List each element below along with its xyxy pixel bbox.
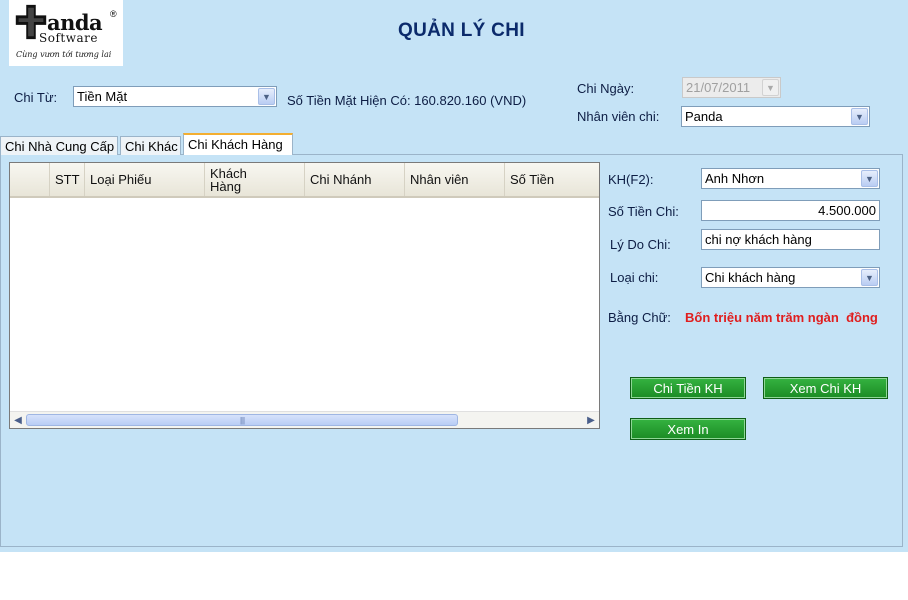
- nhan-vien-value: Panda: [685, 109, 723, 124]
- grid-header: STT Loại Phiếu Khách Hàng Chi Nhánh Nhân…: [10, 163, 599, 198]
- chi-tien-kh-button[interactable]: Chi Tiền KH: [630, 377, 746, 399]
- cash-balance-text: Số Tiền Mặt Hiện Có: 160.820.160 (VND): [287, 93, 527, 108]
- khach-hang-value: Anh Nhơn: [705, 171, 765, 186]
- tab-chi-nha-cung-cap[interactable]: Chi Nhà Cung Cấp: [0, 136, 118, 155]
- panda-logo: anda ® Software Cùng vươn tới tương lai: [9, 0, 123, 66]
- column-header-stt[interactable]: STT: [50, 163, 85, 196]
- column-header-nhan-vien[interactable]: Nhân viên: [405, 163, 505, 196]
- chi-ngay-label: Chi Ngày:: [577, 81, 635, 96]
- chi-tu-value: Tiền Mặt: [77, 89, 128, 104]
- logo-tagline: Cùng vươn tới tương lai: [16, 50, 112, 59]
- column-header-loai-phieu[interactable]: Loại Phiếu: [85, 163, 205, 196]
- arrow-right-icon[interactable]: ▶: [584, 413, 598, 427]
- chevron-down-icon[interactable]: ▼: [762, 79, 779, 96]
- column-header-khach-hang-label: Khách Hàng: [210, 165, 247, 194]
- chevron-down-icon[interactable]: ▼: [861, 170, 878, 187]
- so-tien-chi-input[interactable]: 4.500.000: [701, 200, 880, 221]
- horizontal-scrollbar[interactable]: ◀ |||| ▶: [10, 411, 599, 428]
- chi-ngay-value: 21/07/2011: [686, 80, 751, 95]
- logo-registered: ®: [110, 9, 117, 19]
- bang-chu-label: Bằng Chữ:: [608, 310, 671, 325]
- amount-in-words: Bốn triệu năm trăm ngàn đồng: [685, 310, 878, 325]
- nhan-vien-select[interactable]: Panda ▼: [681, 106, 870, 127]
- column-header-chi-nhanh[interactable]: Chi Nhánh: [305, 163, 405, 196]
- nhan-vien-label: Nhân viên chi:: [577, 109, 660, 124]
- loai-chi-select[interactable]: Chi khách hàng ▼: [701, 267, 880, 288]
- xem-chi-kh-button[interactable]: Xem Chi KH: [763, 377, 888, 399]
- tab-chi-khac[interactable]: Chi Khác: [120, 136, 181, 155]
- chi-ngay-date-picker[interactable]: 21/07/2011 ▼: [682, 77, 781, 98]
- tab-chi-khach-hang[interactable]: Chi Khách Hàng: [183, 133, 293, 155]
- ly-do-chi-input[interactable]: chi nợ khách hàng: [701, 229, 880, 250]
- scroll-thumb[interactable]: ||||: [26, 414, 458, 426]
- logo-software: Software: [39, 31, 98, 45]
- xem-in-button[interactable]: Xem In: [630, 418, 746, 440]
- chevron-down-icon[interactable]: ▼: [861, 269, 878, 286]
- chi-tu-select[interactable]: Tiền Mặt ▼: [73, 86, 277, 107]
- data-grid[interactable]: STT Loại Phiếu Khách Hàng Chi Nhánh Nhân…: [9, 162, 600, 429]
- loai-chi-label: Loại chi:: [610, 270, 659, 285]
- loai-chi-value: Chi khách hàng: [705, 270, 796, 285]
- khach-hang-label: KH(F2):: [608, 172, 654, 187]
- page-title: QUẢN LÝ CHI: [398, 20, 525, 41]
- column-header-khach-hang[interactable]: Khách Hàng: [205, 163, 305, 196]
- column-header-so-tien[interactable]: Số Tiền: [505, 163, 599, 196]
- arrow-left-icon[interactable]: ◀: [11, 413, 25, 427]
- khach-hang-select[interactable]: Anh Nhơn ▼: [701, 168, 880, 189]
- chevron-down-icon[interactable]: ▼: [851, 108, 868, 125]
- so-tien-chi-label: Số Tiền Chi:: [608, 204, 679, 219]
- chevron-down-icon[interactable]: ▼: [258, 88, 275, 105]
- column-header-select[interactable]: [10, 163, 50, 196]
- chi-tu-label: Chi Từ:: [14, 90, 58, 105]
- ly-do-chi-label: Lý Do Chi:: [610, 237, 671, 252]
- app-window: anda ® Software Cùng vươn tới tương lai …: [0, 0, 908, 552]
